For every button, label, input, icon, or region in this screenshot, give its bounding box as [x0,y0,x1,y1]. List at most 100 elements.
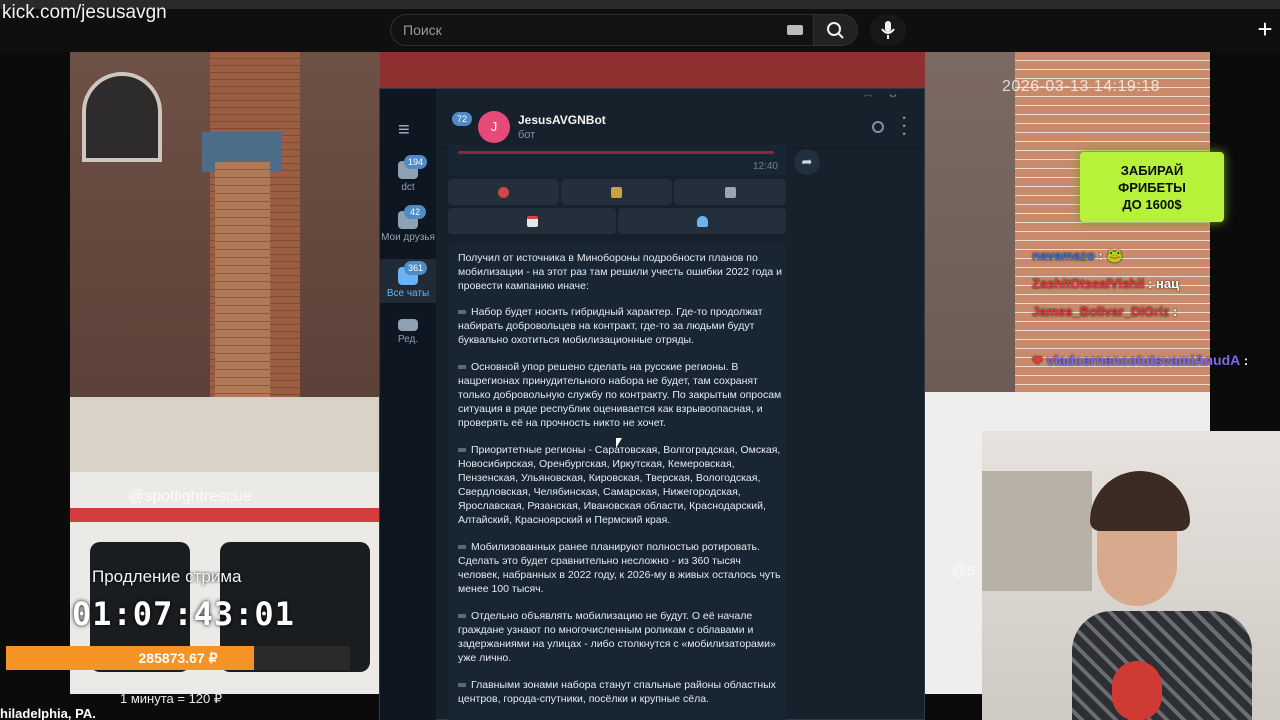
folder-label: Все чаты [386,288,430,299]
chat-text: : нац [1148,276,1180,291]
message-point-text: Главными зонами набора станут спальные р… [458,679,776,705]
chat-message: ❤ vladcernencotutsvamiAnudA : [1032,352,1248,369]
unread-badge: 361 [404,261,428,275]
message-intro: Получил от источника в Минобороны подроб… [458,252,782,292]
message-point-text: Отдельно объявлять мобилизацию не будут.… [458,610,776,664]
browser-toolbar: kick.com/jesusavgn Поиск + [0,0,1280,52]
mic-icon [881,21,895,39]
chat-user: James_Bolivar_DiGriz [1032,304,1170,319]
webcam-feed [982,431,1280,720]
chat-text: : [1172,304,1178,319]
broom-icon [611,186,622,198]
message-point-text: Набор будет носить гибридный характер. Г… [458,306,763,346]
media-strip [458,151,774,154]
chat-title[interactable]: JesusAVGNBot [518,113,606,127]
message-point: Отдельно объявлять мобилизацию не будут.… [458,609,782,665]
message-point-text: Приоритетные регионы - Саратовская, Волг… [458,444,781,526]
unread-badge: 194 [404,155,428,169]
bot-button-stop[interactable] [448,179,559,205]
donate-total: 285873.67 ₽ [138,650,218,666]
unread-badge: 42 [404,205,426,219]
video-watermark: @spotlightrescue [128,488,252,505]
video-watermark-right: @s [951,562,976,579]
promo-banner[interactable]: ЗАБИРАЙ ФРИБЕТЫ ДО 1600$ [1080,152,1224,222]
chat-message: James_Bolivar_DiGriz : [1032,304,1177,319]
bot-button-trash[interactable] [674,179,786,205]
message-point: Приоритетные регионы - Саратовская, Волг… [458,443,782,527]
message-bubble: Получил от источника в Минобороны подроб… [448,243,786,720]
search-icon[interactable] [872,121,884,133]
chat-status: бот [518,129,536,141]
video-scene-building-left [70,52,380,412]
trash-icon [724,186,736,198]
mouse-cursor [616,438,622,448]
message-point: Основной упор решено сделать на русские … [458,360,782,430]
message-time: 12:40 [752,161,778,172]
chat-message: navamazo : 🐸 [1032,248,1123,264]
folder-edit[interactable]: Ред. [380,319,436,351]
user-icon [696,215,708,227]
folder-rail: ≡ 194 dct 42 Мои друзья 361 Все чаты Ред… [380,89,436,720]
search-button[interactable] [814,14,858,46]
streamer [1072,471,1252,720]
bot-button-user[interactable] [618,208,786,234]
folder-dct[interactable]: 194 dct [380,155,436,201]
sliders-icon [398,319,418,331]
voice-search-button[interactable] [870,14,906,46]
message-point: Набор будет носить гибридный характер. Г… [458,305,782,347]
search-input[interactable]: Поиск [390,14,814,46]
bullet-icon [458,614,466,619]
bullet-icon [458,310,466,315]
bullet-icon [458,545,466,550]
plus-icon[interactable]: + [1250,14,1280,46]
tab-strip [0,0,1280,9]
bot-button-calendar[interactable] [448,208,616,234]
previous-message: 12:40 [448,145,786,175]
keyboard-icon[interactable] [787,25,803,35]
truck-stripe [70,508,380,522]
bullet-icon [458,365,466,370]
video-scene-window [82,72,162,162]
folder-all-chats[interactable]: 361 Все чаты [380,259,436,303]
stream-url-overlay: kick.com/jesusavgn [2,2,167,23]
search-placeholder: Поиск [403,22,442,38]
video-timestamp: 2026-03-13 14:19:18 [1002,78,1161,95]
chat-text: : 🐸 [1098,248,1123,263]
message-point: Главными зонами набора станут спальные р… [458,678,782,706]
bullet-icon [458,448,466,453]
forward-icon[interactable]: ➦ [794,149,820,175]
microphone [1112,661,1162,720]
back-unread-badge[interactable]: 72 [452,112,473,126]
donate-rate: 1 минута = 120 ₽ [120,691,223,706]
stream-chat: navamazo : 🐸 ZashitOtsealVishil : нац Ja… [1032,244,1280,394]
streamer-shirt [1072,611,1252,720]
message-point-text: Мобилизованных ранее планируют полностью… [458,541,781,595]
promo-text: ЗАБИРАЙ ФРИБЕТЫ ДО 1600$ [1118,163,1186,212]
video-scene-column [215,162,270,402]
chat-user: navamazo [1032,248,1095,263]
folder-label: Мои друзья [381,232,435,243]
avatar[interactable]: J [478,111,510,143]
folder-label: Ред. [397,334,419,345]
bot-button-broom[interactable] [561,179,672,205]
folder-friends[interactable]: 42 Мои друзья [380,205,436,255]
calendar-icon [526,215,538,227]
stream-extension-label: Продление стрима [92,567,242,586]
bullet-icon [458,683,466,688]
chat-message: ZashitOtsealVishil : нац [1032,276,1179,291]
video-scene-building-right-shadow [925,52,1015,442]
stop-icon [498,186,509,198]
menu-icon[interactable]: ≡ [398,119,410,142]
donate-progress-bar: 285873.67 ₽ [6,646,350,670]
screen: @spotlightrescue @s 2026-03-13 14:19:18 … [0,0,1280,720]
heart-icon: ❤ [1032,353,1043,368]
telegram-window: –□✕ ≡ 194 dct 42 Мои друзья 361 Все чаты… [379,88,925,720]
chat-text: : [1243,353,1249,368]
streamer-hair [1090,471,1190,531]
chat-user: vladcernencotutsvamiAnudA [1046,352,1241,368]
video-scene-top [380,52,925,92]
search-icon [827,22,844,39]
message-point-text: Основной упор решено сделать на русские … [458,361,782,429]
chat-user: ZashitOtsealVishil [1032,276,1145,291]
more-icon[interactable]: · · · [902,111,907,143]
